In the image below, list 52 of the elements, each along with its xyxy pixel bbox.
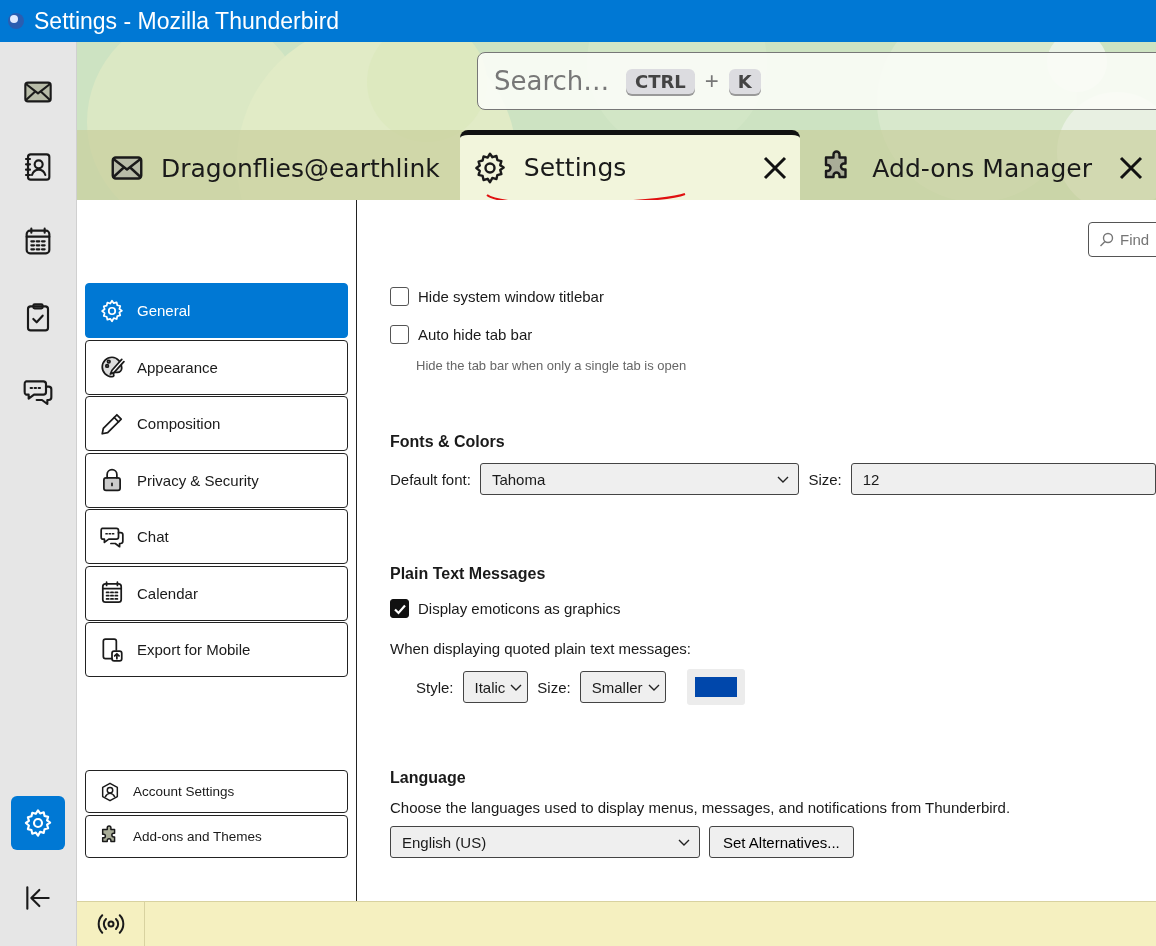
search-field[interactable]: Search… CTRL + K [477,52,1156,110]
option-label: Auto hide tab bar [418,326,533,343]
field-label: Default font: [390,470,471,488]
field-label: Size: [537,678,571,696]
account-badge-icon [99,780,121,803]
close-icon[interactable] [1117,155,1144,181]
calendar-icon [99,580,125,606]
category-item[interactable]: Privacy & Security [85,452,348,508]
keyboard-key: K [728,68,761,94]
field-label: Style: [416,678,454,696]
category-item[interactable]: Export for Mobile [85,622,348,677]
option-hint: Hide the tab bar when only a single tab is open [416,358,688,373]
section-heading: Plain Text Messages [390,565,547,583]
option-label: Display emoticons as graphics [418,600,621,617]
category-item[interactable]: Composition [85,396,348,451]
gear-icon [99,297,125,324]
window-title: Settings - Mozilla Thunderbird [34,7,340,35]
checkbox[interactable] [390,599,409,618]
style-dropdown[interactable]: Italic [462,671,529,703]
app-logo-icon [6,11,26,31]
language-description: Choose the languages used to display menus, messages, and notifications from Thunderbird. [390,799,1012,816]
settings-link[interactable]: Account Settings [85,770,348,813]
category-item[interactable]: Calendar [85,565,348,621]
size-dropdown[interactable]: 12 [850,463,1156,495]
plus-sign: + [704,67,719,95]
field-label: Size: [808,470,842,488]
language-dropdown[interactable]: English (US) [390,826,700,858]
gear-icon [22,807,54,839]
category-item[interactable]: Appearance [85,339,348,395]
keyboard-key: CTRL [626,68,695,94]
search-icon [1099,232,1114,247]
category-item[interactable]: General [85,283,348,338]
search-input[interactable]: Search… [492,65,616,97]
palette-icon [99,354,125,380]
checkbox[interactable] [390,325,409,344]
quoted-text-label: When displaying quoted plain text messages: [390,640,692,657]
section-heading: Fonts & Colors [390,433,506,451]
close-icon[interactable] [762,154,789,181]
tab[interactable]: Add-ons Manager [808,130,1156,200]
checkbox[interactable] [390,287,409,306]
tab[interactable]: Dragonflies@earthlink [97,130,452,200]
section-heading: Language [390,769,467,787]
color-picker[interactable] [686,669,745,705]
settings-link[interactable]: Add-ons and Themes [85,814,348,858]
category-item[interactable]: Chat [85,509,348,564]
alternatives-button[interactable]: Set Alternatives... [709,826,854,858]
font-dropdown[interactable]: Tahoma [479,463,800,495]
size-dropdown[interactable]: Smaller [579,671,666,703]
phone-export-icon [99,636,125,663]
option-label: Hide system window titlebar [418,288,604,305]
tab[interactable]: Settings [459,130,801,200]
find-field[interactable]: Find [1088,222,1156,257]
